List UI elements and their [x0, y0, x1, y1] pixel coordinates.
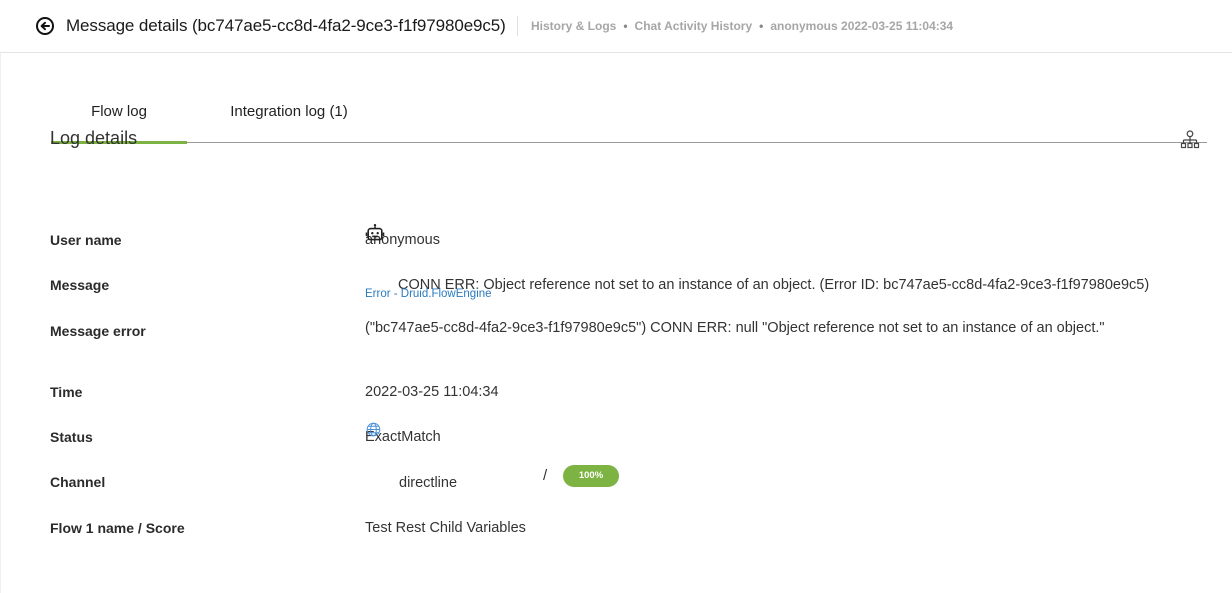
value-flow-name: Test Rest Child Variables [365, 520, 526, 536]
page-title: Message details (bc747ae5-cc8d-4fa2-9ce3… [66, 16, 506, 35]
tab-integration-log[interactable]: Integration log (1) [223, 91, 355, 143]
label-status: Status [50, 429, 93, 445]
value-channel: directline [399, 475, 458, 491]
tab-bar: Flow log Integration log (1) [51, 91, 1207, 144]
breadcrumb-separator: • [759, 19, 764, 33]
score-badge: 100% [563, 465, 619, 487]
breadcrumb-chat-activity-history[interactable]: Chat Activity History [635, 19, 753, 33]
globe-icon [366, 422, 381, 437]
error-source-link[interactable]: Error - Druid.FlowEngine [365, 288, 492, 300]
label-flow-score: Flow 1 name / Score [50, 520, 185, 536]
breadcrumb-separator: • [623, 19, 628, 33]
back-arrow-icon[interactable] [36, 17, 54, 35]
section-title: Log details [50, 128, 138, 148]
label-time: Time [50, 384, 83, 400]
robot-icon [365, 223, 385, 243]
value-time: 2022-03-25 11:04:34 [365, 384, 499, 400]
breadcrumb-history-logs[interactable]: History & Logs [531, 19, 616, 33]
label-user-name: User name [50, 232, 122, 248]
top-bar: Message details (bc747ae5-cc8d-4fa2-9ce3… [0, 0, 1232, 53]
value-message-error: ("bc747ae5-cc8d-4fa2-9ce3-f1f97980e9c5")… [365, 320, 1105, 336]
label-message-error: Message error [50, 323, 146, 339]
header-divider [517, 16, 518, 36]
value-message: CONN ERR: Object reference not set to an… [398, 277, 1150, 293]
label-message: Message [50, 277, 110, 293]
breadcrumb: History & Logs • Chat Activity History • ano… [531, 19, 953, 33]
flow-score-separator: / [543, 467, 548, 484]
breadcrumb-current: anonymous 2022-03-25 11:04:34 [770, 19, 954, 33]
flow-diagram-icon[interactable] [1180, 130, 1200, 150]
label-channel: Channel [50, 474, 106, 490]
